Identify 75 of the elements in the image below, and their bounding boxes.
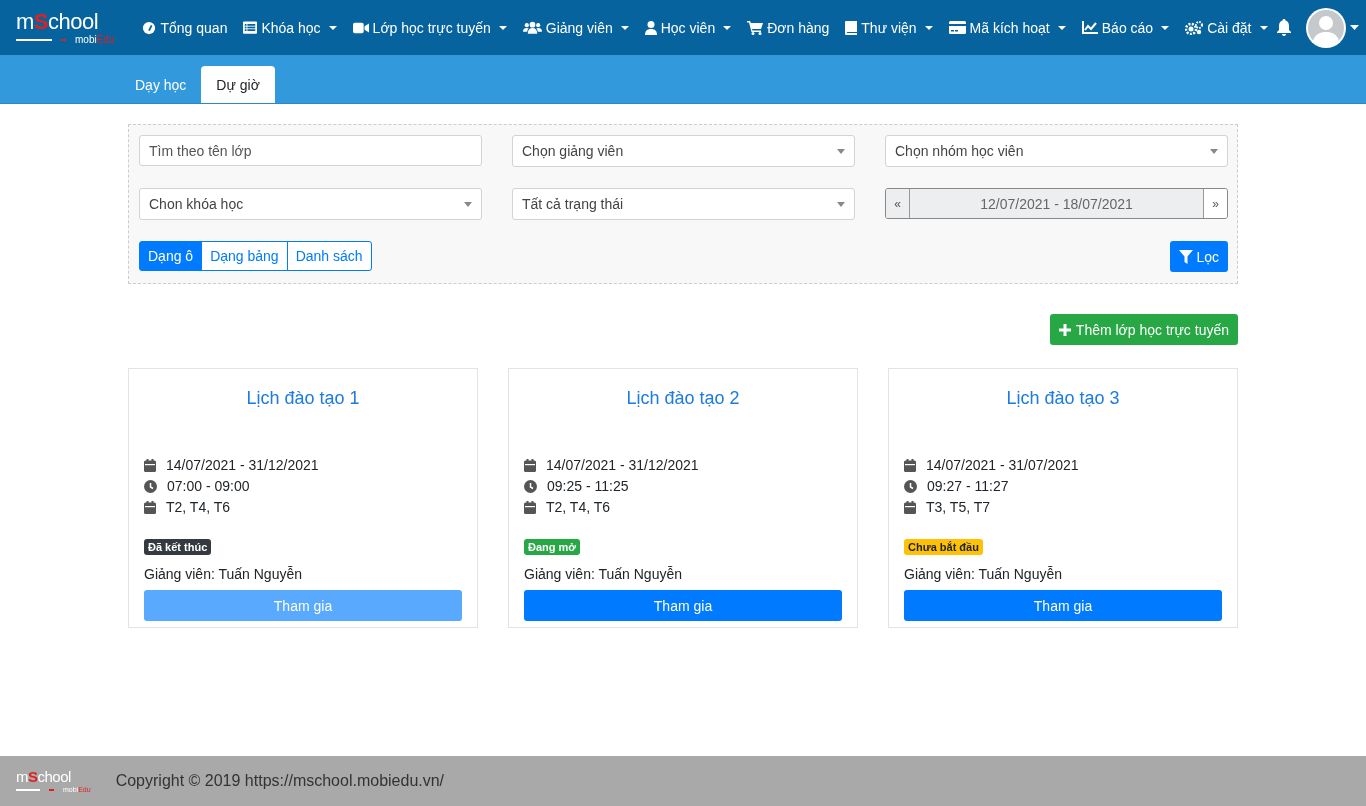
date-range-value: 12/07/2021 - 18/07/2021	[979, 194, 1134, 214]
gauge-icon	[142, 20, 157, 35]
teacher-text: Giảng viên: Tuấn Nguyễn	[524, 566, 683, 582]
time-text: 09:27 - 11:27	[927, 477, 1009, 496]
nav-menu-item[interactable]: Thư viện	[837, 11, 941, 44]
time-text: 09:25 - 11:25	[547, 477, 629, 496]
weekdays-text: T2, T4, T6	[546, 498, 611, 517]
clock-icon	[524, 480, 537, 493]
calendar-icon	[144, 459, 156, 472]
search-field[interactable]: Tìm theo tên lớp	[139, 135, 482, 166]
filter-button[interactable]: Lọc	[1170, 241, 1228, 272]
date-range-text: 14/07/2021 - 31/07/2021	[926, 456, 1079, 475]
status-badge: Đang mở	[524, 539, 581, 555]
next-week-button[interactable]: »	[1203, 189, 1227, 218]
view-toggle-button[interactable]: Dạng ô	[139, 241, 203, 271]
card-title[interactable]: Lịch đào tạo 2	[524, 385, 842, 411]
caret-icon[interactable]	[1349, 25, 1359, 30]
line-chart-icon	[1081, 21, 1098, 34]
nav-menu-item[interactable]: Tổng quan	[134, 11, 236, 44]
nav-menu-item[interactable]: Lớp học trực tuyến	[344, 11, 515, 44]
nav-menu-item[interactable]: Đơn hàng	[739, 11, 838, 44]
teacher-text: Giảng viên: Tuấn Nguyễn	[904, 566, 1063, 582]
weekdays-text: T2, T4, T6	[166, 498, 231, 517]
nav-menu-item[interactable]: Báo cáo	[1073, 11, 1178, 44]
date-range-text: 14/07/2021 - 31/12/2021	[546, 456, 699, 475]
status-badge: Chưa bắt đầu	[904, 539, 983, 555]
list-icon	[243, 21, 258, 34]
card-title[interactable]: Lịch đào tạo 1	[144, 385, 462, 411]
cart-icon	[747, 20, 764, 35]
view-toggle-button[interactable]: Dạng bảng	[201, 241, 288, 271]
caret-icon	[464, 201, 472, 207]
view-toggle-button[interactable]: Danh sách	[286, 241, 372, 271]
book-icon	[845, 20, 858, 35]
users-icon	[522, 21, 542, 34]
caret-icon	[1210, 148, 1218, 154]
date-range-text: 14/07/2021 - 31/12/2021	[166, 456, 319, 475]
weekdays-text: T3, T5, T7	[926, 498, 991, 517]
join-button[interactable]: Tham gia	[524, 590, 842, 621]
copyright-text: Copyright © 2019 https://mschool.mobiedu.vn/	[115, 772, 445, 790]
select-dropdown[interactable]: Chọn giảng viên	[512, 135, 855, 167]
nav-menu-item[interactable]: Học viên	[636, 11, 740, 44]
select-dropdown[interactable]: Chọn nhóm học viên	[885, 135, 1228, 167]
calendar-icon	[904, 501, 916, 514]
calendar-icon	[524, 501, 536, 514]
plus-icon	[1058, 323, 1071, 336]
logo-tagline: mobiEdu	[75, 34, 115, 45]
caret-icon	[837, 148, 845, 154]
nav-menu-item[interactable]: Mã kích hoạt	[940, 11, 1074, 44]
select-dropdown[interactable]: Tất cả trạng thái	[512, 188, 855, 220]
status-badge: Đã kết thúc	[144, 539, 212, 555]
gears-icon	[1185, 20, 1204, 35]
video-camera-icon	[352, 21, 369, 34]
calendar-icon	[904, 459, 916, 472]
nav-menu-item[interactable]: Giảng viên	[514, 11, 637, 44]
calendar-icon	[144, 501, 156, 514]
clock-icon	[144, 480, 157, 493]
bell-icon[interactable]	[1275, 19, 1292, 36]
logo-wordmark: mSchool	[16, 10, 99, 33]
caret-icon	[837, 201, 845, 207]
filter-icon	[1179, 249, 1194, 264]
teacher-text: Giảng viên: Tuấn Nguyễn	[144, 566, 303, 582]
card-title[interactable]: Lịch đào tạo 3	[904, 385, 1222, 411]
nav-menu-item[interactable]: Khóa học	[235, 11, 345, 44]
previous-week-button[interactable]: «	[886, 189, 910, 218]
time-text: 07:00 - 09:00	[167, 477, 250, 496]
calendar-icon	[524, 459, 536, 472]
join-button[interactable]: Tham gia	[904, 590, 1222, 621]
clock-icon	[904, 480, 917, 493]
credit-card-icon	[948, 21, 966, 34]
tab[interactable]: Dự giờ	[201, 66, 275, 103]
select-dropdown[interactable]: Chon khóa học	[139, 188, 482, 220]
avatar-icon[interactable]	[1305, 7, 1346, 48]
user-icon	[644, 20, 657, 35]
logo-wordmark: mSchool	[16, 769, 71, 784]
nav-menu-item[interactable]: Cài đặt	[1177, 11, 1276, 44]
